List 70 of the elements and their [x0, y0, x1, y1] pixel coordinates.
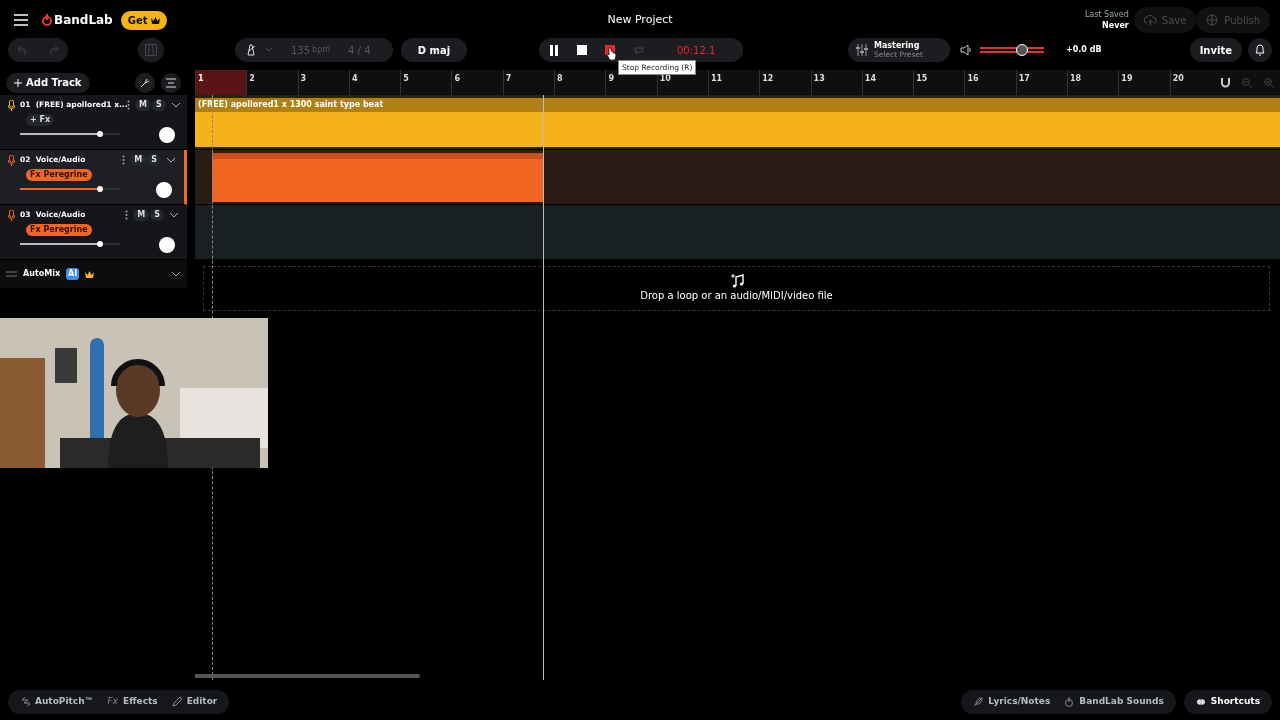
logo: BandLab	[54, 12, 113, 29]
feather-icon	[973, 697, 984, 707]
logo-icon	[42, 14, 52, 26]
editor-button[interactable]: Editor	[171, 695, 218, 709]
solo-button[interactable]: S	[150, 209, 164, 221]
waves-icon	[20, 697, 30, 707]
chevron-icon[interactable]	[166, 157, 176, 163]
pencil-icon	[171, 697, 182, 707]
fader-thumb[interactable]	[97, 186, 103, 192]
track-lane[interactable]	[195, 150, 1280, 205]
shortcuts-button[interactable]: Shortcuts	[1183, 690, 1272, 714]
project-title: New Project	[607, 12, 673, 26]
solo-button[interactable]: S	[151, 99, 166, 111]
mute-button[interactable]: M	[135, 99, 151, 111]
more-icon[interactable]	[127, 100, 130, 110]
mixer-icon	[856, 44, 868, 56]
fx-button[interactable]: Fx Peregrine	[26, 169, 92, 181]
solo-button[interactable]: S	[147, 154, 161, 166]
chevron-icon[interactable]	[169, 212, 179, 218]
autopitch-button[interactable]: AutoPitch™	[20, 695, 94, 709]
add-track-button[interactable]: Add Track	[6, 72, 90, 93]
recording-clip[interactable]	[212, 153, 543, 202]
tuning-fork-icon[interactable]	[140, 77, 150, 88]
fx-button[interactable]: Fx Peregrine	[26, 224, 92, 236]
pan-knob[interactable]	[159, 127, 175, 143]
pan-knob[interactable]	[159, 237, 175, 253]
mute-button[interactable]: M	[130, 154, 147, 166]
crown-icon	[85, 270, 95, 278]
bell-icon[interactable]	[1255, 44, 1265, 56]
ai-badge: AI	[66, 268, 80, 280]
time-display: 00:12.1	[677, 43, 716, 58]
pan-knob[interactable]	[156, 182, 172, 198]
last-saved-value: Never	[1101, 20, 1129, 31]
fx-button[interactable]: + Fx	[26, 114, 55, 126]
bar-number: 1	[195, 70, 247, 95]
volume-slider[interactable]	[980, 44, 1044, 56]
volume-thumb[interactable]	[1015, 44, 1028, 56]
chevron-icon[interactable]	[171, 271, 181, 277]
sounds-button[interactable]: BandLab Sounds	[1064, 695, 1164, 709]
last-saved-label: Last Saved	[1084, 9, 1129, 20]
get-button[interactable]: Get	[120, 10, 167, 30]
fader-thumb[interactable]	[97, 131, 103, 137]
speaker-icon[interactable]	[960, 45, 972, 55]
sliders-icon	[6, 270, 17, 278]
invite-button[interactable]: Invite	[1189, 38, 1242, 62]
more-icon[interactable]	[125, 210, 129, 220]
hand-cursor-icon	[606, 47, 616, 60]
drop-zone-text: Drop a loop or an audio/MIDI/video file	[640, 289, 833, 303]
chevron-icon[interactable]	[170, 102, 181, 108]
metronome-icon[interactable]	[245, 44, 257, 56]
effects-button[interactable]: Fx Effects	[107, 695, 158, 709]
mute-button[interactable]: M	[133, 209, 150, 221]
cloud-upload-icon	[1143, 14, 1157, 26]
fader-thumb[interactable]	[97, 241, 103, 247]
magnet-icon[interactable]	[1221, 77, 1230, 88]
crown-icon	[150, 16, 160, 24]
track-lane[interactable]	[195, 205, 1280, 260]
lyrics-button[interactable]: Lyrics/Notes	[973, 695, 1051, 709]
music-note-icon	[729, 274, 744, 288]
globe-icon	[1206, 14, 1220, 26]
logo-icon	[1064, 697, 1075, 707]
volume-reading: +0.0 dB	[1066, 44, 1102, 56]
menu-icon[interactable]	[14, 14, 28, 26]
more-icon[interactable]	[122, 155, 126, 165]
automix-label: AutoMix	[23, 268, 61, 280]
align-icon[interactable]	[166, 77, 176, 88]
pause-icon[interactable]	[549, 44, 559, 56]
plus-icon	[14, 78, 22, 87]
horizontal-scrollbar[interactable]	[195, 674, 420, 678]
key-button[interactable]: D maj	[401, 38, 467, 62]
